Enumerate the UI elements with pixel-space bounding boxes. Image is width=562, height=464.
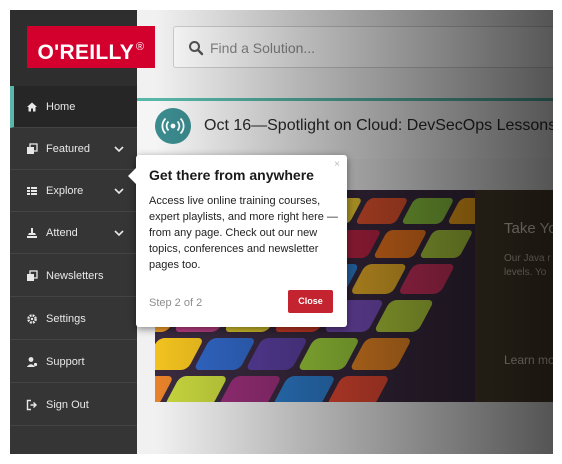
gear-icon [26, 313, 38, 325]
close-icon[interactable]: × [334, 159, 340, 170]
newsletters-icon [26, 269, 38, 282]
explore-icon [26, 185, 38, 197]
sidebar-item-home[interactable]: Home [10, 86, 137, 128]
sidebar-item-attend[interactable]: Attend [10, 212, 137, 254]
chevron-down-icon[interactable] [113, 185, 125, 197]
hero-title: Take Yo [504, 220, 553, 237]
logo-text: O'REILLY [37, 41, 135, 64]
search-input[interactable] [208, 27, 552, 69]
hero-description-line: Our Java r [504, 253, 551, 264]
hero-description-line: levels. Yo [504, 267, 547, 278]
sidebar-item-settings[interactable]: Settings [10, 298, 137, 340]
sidebar-item-label: Explore [46, 184, 84, 197]
close-button[interactable]: Close [288, 290, 333, 313]
registered-mark: ® [136, 41, 145, 53]
tour-popover: × Get there from anywhere Access live on… [128, 155, 347, 327]
popover-step-indicator: Step 2 of 2 [149, 297, 203, 309]
hero-description: Our Java r levels. Yo [504, 252, 551, 280]
sidebar-item-featured[interactable]: Featured [10, 128, 137, 170]
sidebar-item-label: Settings [46, 312, 86, 325]
sidebar-item-label: Home [46, 100, 76, 113]
sidebar-item-support[interactable]: Support [10, 341, 137, 383]
chevron-down-icon[interactable] [113, 143, 125, 155]
attend-icon [26, 227, 38, 239]
hero-learn-more-link[interactable]: Learn mo [504, 353, 553, 367]
sidebar-item-newsletters[interactable]: Newsletters [10, 255, 137, 297]
sign-out-icon [26, 399, 38, 411]
popover-body: Access live online training courses, exp… [149, 195, 338, 271]
sidebar-item-explore[interactable]: Explore [10, 170, 137, 212]
sidebar-item-label: Support [46, 355, 85, 368]
banner-text[interactable]: Oct 16—Spotlight on Cloud: DevSecOps Les… [204, 117, 553, 135]
sidebar-item-label: Featured [46, 142, 91, 155]
home-icon [26, 101, 38, 113]
sidebar: Home Featured Explore Attend Newsletters… [10, 10, 137, 454]
featured-icon [26, 142, 38, 155]
chevron-down-icon[interactable] [113, 227, 125, 239]
sidebar-item-label: Sign Out [46, 398, 89, 411]
sidebar-item-label: Attend [46, 226, 78, 239]
app-window: Home Featured Explore Attend Newsletters… [10, 10, 553, 454]
popover-title: Get there from anywhere [149, 167, 314, 183]
support-icon [26, 356, 38, 368]
broadcast-icon [155, 108, 191, 144]
sidebar-item-label: Newsletters [46, 269, 104, 282]
popover-arrow [128, 167, 137, 185]
search-bar[interactable] [173, 26, 553, 69]
sidebar-item-sign-out[interactable]: Sign Out [10, 384, 137, 426]
search-icon [188, 40, 204, 56]
oreilly-logo[interactable]: O'REILLY ® [27, 26, 155, 68]
